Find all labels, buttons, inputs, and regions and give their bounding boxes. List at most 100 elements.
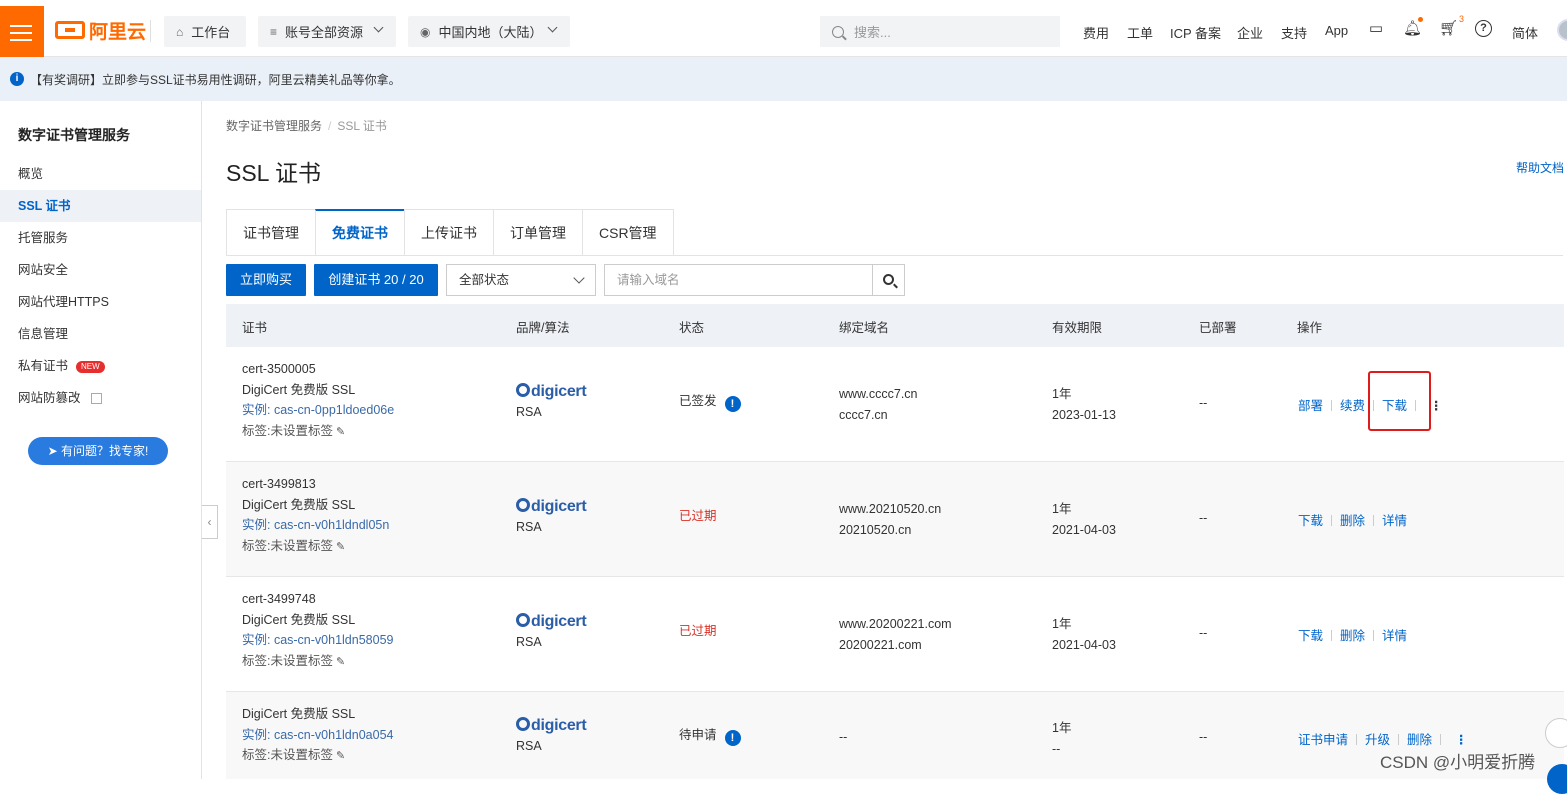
global-search-input[interactable]: 搜索... xyxy=(820,16,1060,47)
upgrade-link[interactable]: 升级 xyxy=(1365,733,1390,747)
sidebar-item-hosting[interactable]: 托管服务 xyxy=(0,222,201,254)
sidebar-item-private-cert[interactable]: 私有证书 NEW xyxy=(0,350,201,382)
table-header: 证书 品牌/算法 状态 绑定域名 有效期限 已部署 操作 xyxy=(226,304,1564,347)
edit-pencil-icon[interactable]: ✎ xyxy=(336,537,345,558)
column-header: 品牌/算法 xyxy=(516,321,570,335)
more-icon[interactable]: ⋮ xyxy=(1430,398,1443,413)
buy-button[interactable]: 立即购买 xyxy=(226,264,306,296)
operations: 证书申请 升级 删除 ⋮ xyxy=(1298,729,1468,748)
tag-line[interactable]: 标签:未设置标签 ✎ xyxy=(242,651,393,673)
chevron-down-icon xyxy=(373,22,384,33)
watermark: CSDN @小明爱折腾 xyxy=(1380,753,1536,772)
notification-dot xyxy=(1418,17,1423,22)
delete-link[interactable]: 删除 xyxy=(1407,733,1432,747)
instance-id[interactable]: 实例: cas-cn-v0h1ldn0a054 xyxy=(242,725,393,746)
status-text: 已签发 xyxy=(679,394,717,408)
info-icon[interactable]: ! xyxy=(724,396,741,412)
status-select[interactable]: 全部状态 xyxy=(446,264,596,296)
tag-line[interactable]: 标签:未设置标签 ✎ xyxy=(242,745,393,767)
instance-id[interactable]: 实例: cas-cn-v0h1ldn58059 xyxy=(242,630,393,651)
status-text: 待申请 xyxy=(679,728,717,742)
edit-pencil-icon[interactable]: ✎ xyxy=(336,652,345,673)
resource-selector[interactable]: ≡ 账号全部资源 xyxy=(258,16,396,47)
bell-icon[interactable]: 🔔︎ xyxy=(1403,20,1422,38)
support-link[interactable]: 支持 xyxy=(1281,23,1307,42)
feedback-float-icon[interactable] xyxy=(1545,718,1567,748)
notice-text[interactable]: 【有奖调研】立即参与SSL证书易用性调研，阿里云精美礼品等你拿。 xyxy=(30,71,401,88)
sidebar: 数字证书管理服务 概览 SSL 证书 托管服务 网站安全 网站代理HTTPS 信… xyxy=(0,101,202,779)
help-doc-link[interactable]: 帮助文档 xyxy=(1516,159,1564,176)
app-link[interactable]: App xyxy=(1325,23,1348,38)
avatar[interactable] xyxy=(1557,19,1567,41)
more-icon[interactable]: ⋮ xyxy=(1455,732,1468,747)
help-icon[interactable]: ? xyxy=(1475,20,1492,37)
breadcrumb-root[interactable]: 数字证书管理服务 xyxy=(226,119,322,133)
aliyun-logo[interactable]: 阿里云 xyxy=(55,19,146,43)
notice-banner: i 【有奖调研】立即参与SSL证书易用性调研，阿里云精美礼品等你拿。 xyxy=(0,57,1567,101)
tag-line[interactable]: 标签:未设置标签 ✎ xyxy=(242,421,394,443)
tab-cert-manage[interactable]: 证书管理 xyxy=(226,209,315,256)
workbench-button[interactable]: ⌂ 工作台 xyxy=(164,16,246,47)
apply-cert-link[interactable]: 证书申请 xyxy=(1298,733,1348,747)
validity-cell: 1年 2021-04-03 xyxy=(1052,502,1116,537)
details-link[interactable]: 详情 xyxy=(1382,514,1407,528)
column-header: 状态 xyxy=(679,321,705,335)
domain-cell: www.20200221.com 20200221.com xyxy=(839,617,952,652)
deploy-link[interactable]: 部署 xyxy=(1298,399,1323,413)
tab-free-cert[interactable]: 免费证书 xyxy=(315,209,404,256)
enterprise-link[interactable]: 企业 xyxy=(1237,23,1263,42)
delete-link[interactable]: 删除 xyxy=(1340,629,1365,643)
instance-id[interactable]: 实例: cas-cn-v0h1ldndl05n xyxy=(242,515,389,536)
download-link[interactable]: 下载 xyxy=(1298,514,1323,528)
tab-upload-cert[interactable]: 上传证书 xyxy=(404,209,493,256)
tag-line[interactable]: 标签:未设置标签 ✎ xyxy=(242,536,389,558)
sidebar-item-info[interactable]: 信息管理 xyxy=(0,318,201,350)
digicert-logo: digicert xyxy=(516,612,587,632)
algorithm: RSA xyxy=(516,405,542,419)
expert-button[interactable]: ➤ 有问题？找专家! xyxy=(28,437,168,465)
algorithm: RSA xyxy=(516,739,542,753)
download-link[interactable]: 下载 xyxy=(1298,629,1323,643)
tab-csr-manage[interactable]: CSR管理 xyxy=(582,209,674,256)
create-cert-button[interactable]: 创建证书 20 / 20 xyxy=(314,264,438,296)
cert-product: DigiCert 免费版 SSL xyxy=(242,612,356,627)
renew-link[interactable]: 续费 xyxy=(1340,399,1365,413)
cart-icon[interactable]: 🛒︎ xyxy=(1439,20,1458,38)
hamburger-menu-icon[interactable] xyxy=(0,6,44,57)
edit-pencil-icon[interactable]: ✎ xyxy=(336,746,345,767)
validity-cell: 1年 -- xyxy=(1052,721,1072,756)
details-link[interactable]: 详情 xyxy=(1382,629,1407,643)
sidebar-item-ssl[interactable]: SSL 证书 xyxy=(0,190,201,222)
column-header: 操作 xyxy=(1297,321,1323,335)
validity-cell: 1年 2021-04-03 xyxy=(1052,617,1116,652)
brand-cell: digicert RSA xyxy=(516,382,587,423)
instance-id[interactable]: 实例: cas-cn-0pp1ldoed06e xyxy=(242,400,394,421)
info-icon: i xyxy=(10,72,24,86)
status-cell: 待申请! xyxy=(679,725,741,746)
ticket-link[interactable]: 工单 xyxy=(1127,23,1153,42)
language-switch[interactable]: 简体 xyxy=(1512,23,1538,42)
collapse-sidebar-icon[interactable]: ‹ xyxy=(202,505,218,539)
table-row: cert-3500005 DigiCert 免费版 SSL 实例: cas-cn… xyxy=(226,347,1564,462)
page-title: SSL 证书 xyxy=(226,160,322,186)
delete-link[interactable]: 删除 xyxy=(1340,514,1365,528)
region-selector[interactable]: ◉ 中国内地（大陆） xyxy=(408,16,570,47)
sidebar-item-overview[interactable]: 概览 xyxy=(0,158,201,190)
info-icon[interactable]: ! xyxy=(724,730,741,746)
brand-cell: digicert RSA xyxy=(516,716,587,757)
domain-search-input[interactable]: 请输入域名 xyxy=(604,264,872,296)
sidebar-item-tamper[interactable]: 网站防篡改 xyxy=(0,382,201,414)
assistant-float-icon[interactable] xyxy=(1547,764,1567,794)
domain-search-button[interactable] xyxy=(872,264,905,296)
icp-link[interactable]: ICP 备案 xyxy=(1170,23,1221,42)
tab-order-manage[interactable]: 订单管理 xyxy=(493,209,582,256)
terminal-icon[interactable]: ▭ xyxy=(1367,20,1385,38)
column-header: 证书 xyxy=(242,321,268,335)
edit-pencil-icon[interactable]: ✎ xyxy=(336,422,345,443)
sidebar-item-https-proxy[interactable]: 网站代理HTTPS xyxy=(0,286,201,318)
cert-product: DigiCert 免费版 SSL xyxy=(242,497,356,512)
column-header: 绑定域名 xyxy=(839,321,890,335)
sidebar-item-site-security[interactable]: 网站安全 xyxy=(0,254,201,286)
fee-link[interactable]: 费用 xyxy=(1083,23,1109,42)
algorithm: RSA xyxy=(516,635,542,649)
